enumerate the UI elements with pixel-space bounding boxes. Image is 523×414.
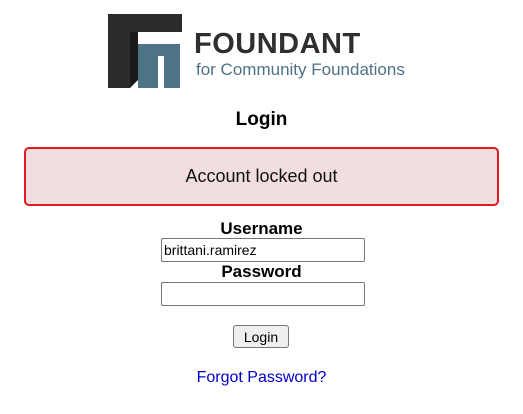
error-alert-message: Account locked out	[185, 166, 338, 186]
username-label: Username	[220, 219, 303, 238]
password-input[interactable]	[161, 282, 365, 306]
foundant-logo-icon	[108, 14, 182, 88]
forgot-password-link[interactable]: Forgot Password?	[197, 369, 327, 386]
login-button[interactable]: Login	[233, 325, 289, 348]
password-label: Password	[221, 262, 302, 281]
login-page: FOUNDANT for Community Foundations Login…	[0, 0, 523, 414]
forgot-password-container: Forgot Password?	[0, 368, 523, 388]
page-title: Login	[235, 109, 288, 130]
foundant-logo: FOUNDANT for Community Foundations	[108, 14, 418, 88]
username-input[interactable]	[161, 238, 365, 262]
logo-subtitle: for Community Foundations	[196, 60, 405, 79]
logo-title: FOUNDANT	[194, 28, 361, 60]
error-alert: Account locked out	[24, 147, 499, 206]
